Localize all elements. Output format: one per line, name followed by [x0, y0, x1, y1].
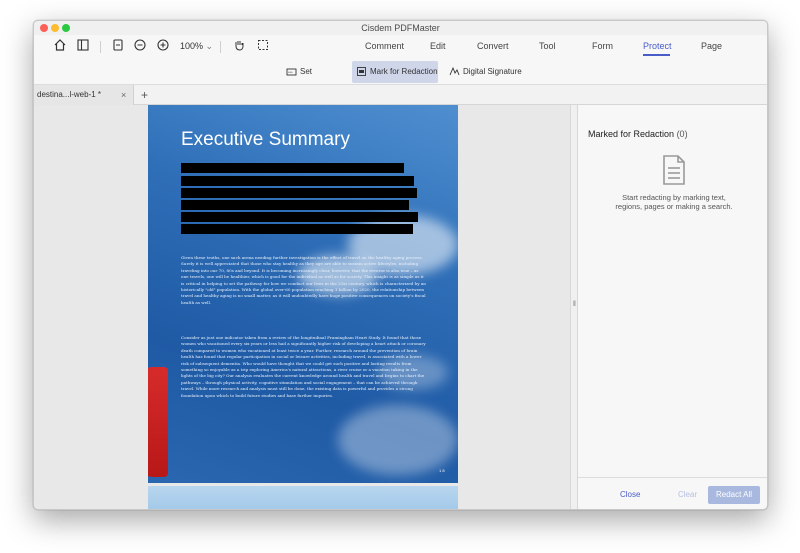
mark-for-redaction-label: Mark for Redaction [370, 67, 438, 76]
select-icon[interactable] [256, 38, 272, 54]
redaction-mark[interactable] [181, 176, 414, 186]
home-icon[interactable] [53, 38, 69, 54]
close-tab-icon[interactable]: × [121, 85, 126, 105]
app-window: Cisdem PDFMaster 100% ⌄ Comment Edit Con… [33, 20, 768, 510]
minimize-window-button[interactable] [51, 24, 59, 32]
page-title: Executive Summary [181, 129, 350, 150]
document-canvas[interactable]: Executive Summary Given these truths, on… [34, 105, 570, 509]
panel-title: Marked for Redaction (0) [588, 129, 688, 139]
title-bar: Cisdem PDFMaster [34, 21, 767, 35]
body-paragraph: Given these truths, one such arena needi… [181, 255, 426, 305]
page-number: 1 8 [439, 468, 445, 473]
window-title: Cisdem PDFMaster [361, 23, 440, 33]
tab-form[interactable]: Form [592, 41, 613, 51]
tab-convert[interactable]: Convert [477, 41, 509, 51]
set-password-button[interactable]: *** Set Password [282, 61, 348, 98]
grip-icon: ‖ [573, 301, 576, 308]
zoom-window-button[interactable] [62, 24, 70, 32]
signature-icon [449, 66, 460, 76]
tab-protect[interactable]: Protect [643, 41, 672, 51]
zoom-level: 100% [180, 41, 204, 51]
digital-signature-button[interactable]: Digital Signature [445, 61, 523, 83]
protect-subtoolbar: *** Set Password Mark for Redaction Digi… [34, 57, 767, 98]
redact-all-button[interactable]: Redact All [708, 486, 760, 504]
panel-title-text: Marked for Redaction [588, 129, 675, 139]
sidebar-icon[interactable] [76, 38, 92, 54]
add-tab-button[interactable]: + [141, 85, 148, 105]
document-tab-label: destina...l-web-1 * [37, 90, 102, 99]
next-pdf-page[interactable] [148, 486, 458, 509]
redaction-mark[interactable] [181, 224, 413, 234]
pdf-page[interactable]: Executive Summary Given these truths, on… [148, 105, 458, 483]
redaction-mark[interactable] [181, 188, 417, 198]
chevron-down-icon: ⌄ [205, 41, 214, 51]
redaction-panel: Marked for Redaction (0) Start redacting… [578, 105, 767, 509]
tab-tool[interactable]: Tool [539, 41, 556, 51]
empty-state-message: Start redacting by marking text, regions… [615, 193, 733, 211]
clear-button[interactable]: Clear [678, 490, 697, 499]
close-window-button[interactable] [40, 24, 48, 32]
toolbar-divider [100, 41, 101, 53]
main-toolbar: 100% ⌄ Comment Edit Convert Tool Form Pr… [34, 35, 767, 57]
svg-text:***: *** [288, 70, 293, 75]
zoom-in-icon[interactable] [156, 38, 172, 54]
redaction-mark[interactable] [181, 163, 404, 173]
redaction-count: (0) [676, 129, 688, 139]
close-button[interactable]: Close [620, 490, 640, 499]
panel-footer: Close Clear Redact All [578, 477, 767, 509]
document-tab[interactable]: destina...l-web-1 * × [34, 85, 134, 105]
password-icon: *** [286, 68, 297, 76]
hand-icon[interactable] [232, 38, 248, 54]
zoom-select[interactable]: 100% ⌄ [180, 41, 213, 52]
zoom-out-icon[interactable] [133, 38, 149, 54]
redaction-icon [357, 67, 366, 76]
cloud-image [338, 405, 458, 475]
redaction-mark[interactable] [181, 200, 409, 210]
panel-splitter[interactable]: ‖ [570, 105, 578, 509]
redaction-mark[interactable] [181, 212, 418, 222]
digital-signature-label: Digital Signature [463, 67, 522, 76]
tab-comment[interactable]: Comment [365, 41, 404, 51]
document-tabs: destina...l-web-1 * × + [34, 85, 767, 105]
document-icon [661, 154, 687, 191]
tab-edit[interactable]: Edit [430, 41, 446, 51]
page-icon[interactable] [111, 38, 127, 54]
toolbar-divider [220, 41, 221, 53]
mark-for-redaction-button[interactable]: Mark for Redaction [352, 61, 438, 83]
tab-page[interactable]: Page [701, 41, 722, 51]
active-tab-indicator [643, 54, 670, 56]
body-paragraph: Consider as just one indicator taken fro… [181, 335, 426, 398]
person-image [148, 367, 168, 477]
